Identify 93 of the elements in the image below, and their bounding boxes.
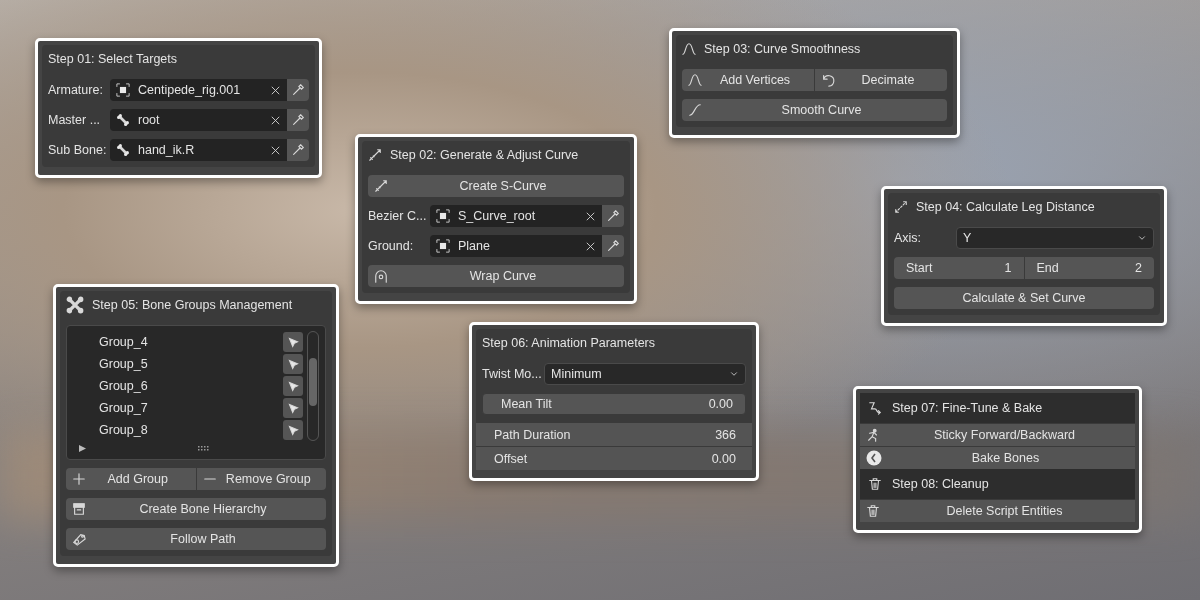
object-icon <box>436 239 450 253</box>
action-button[interactable]: Calculate & Set Curve <box>894 287 1154 309</box>
cursor-arrow-icon <box>286 379 300 393</box>
bell-curve-icon <box>688 73 702 87</box>
bone-icon <box>116 113 130 127</box>
action-button[interactable]: Remove Group <box>196 468 326 490</box>
eyedropper-icon <box>606 209 620 223</box>
cursor-arrow-icon <box>286 423 300 437</box>
bell-curve-icon <box>682 42 696 56</box>
number-field[interactable]: Mean Tilt 0.00 <box>482 393 746 415</box>
object-field[interactable]: root <box>110 109 287 131</box>
close-icon <box>270 144 281 156</box>
eyedropper-icon <box>291 143 305 157</box>
running-figure-icon <box>866 428 880 442</box>
close-icon <box>270 84 281 96</box>
eyedropper-icon <box>291 113 305 127</box>
eyedropper-button[interactable] <box>287 79 309 101</box>
action-button[interactable]: Sticky Forward/Backward <box>860 423 1135 446</box>
list-item[interactable]: Group_7 <box>99 401 283 415</box>
panel-title: Step 05: Bone Groups Management <box>92 298 293 312</box>
dropdown[interactable]: Y <box>956 227 1154 249</box>
undo-arrow-icon <box>821 73 835 87</box>
eyedropper-button[interactable] <box>602 205 624 227</box>
dropdown[interactable]: Minimum <box>544 363 746 385</box>
list-item[interactable]: Group_6 <box>99 379 283 393</box>
tag-icon <box>72 532 86 546</box>
select-button[interactable] <box>283 354 303 374</box>
panel-title: Step 02: Generate & Adjust Curve <box>390 148 579 162</box>
chevron-down-icon <box>1137 233 1147 243</box>
action-button[interactable]: Create Bone Hierarchy <box>66 498 326 520</box>
field-label: Sub Bone: <box>48 143 106 157</box>
field-label: Twist Mo... <box>482 367 540 381</box>
close-icon <box>270 114 281 126</box>
list-item[interactable]: Group_4 <box>99 335 283 349</box>
field-label: Armature: <box>48 83 104 97</box>
panel-title: Step 04: Calculate Leg Distance <box>916 200 1095 214</box>
route-arrow-icon <box>868 401 882 415</box>
close-icon <box>585 240 596 252</box>
list-item[interactable]: Group_8 <box>99 423 283 437</box>
panel-title: Step 06: Animation Parameters <box>482 336 655 350</box>
action-button[interactable]: Wrap Curve <box>368 265 624 287</box>
panel-title: Step 03: Curve Smoothness <box>704 42 861 56</box>
action-button[interactable]: Follow Path <box>66 528 326 550</box>
eyedropper-button[interactable] <box>287 109 309 131</box>
cursor-arrow-icon <box>286 335 300 349</box>
object-icon <box>436 209 450 223</box>
panel-title: Step 08: Cleanup <box>892 477 989 491</box>
cursor-arrow-icon <box>286 357 300 371</box>
eyedropper-icon <box>606 239 620 253</box>
trash-icon <box>866 504 880 518</box>
action-button[interactable]: Smooth Curve <box>682 99 947 121</box>
select-button[interactable] <box>283 420 303 440</box>
eyedropper-icon <box>291 83 305 97</box>
select-button[interactable] <box>283 376 303 396</box>
select-button[interactable] <box>283 398 303 418</box>
action-button[interactable]: Decimate <box>815 69 947 91</box>
eyedropper-button[interactable] <box>602 235 624 257</box>
select-button[interactable] <box>283 332 303 352</box>
panel-title: Step 07: Fine-Tune & Bake <box>892 401 1043 415</box>
s-curve-icon <box>688 103 702 117</box>
object-field[interactable]: hand_ik.R <box>110 139 287 161</box>
number-field[interactable]: End 2 <box>1024 257 1154 279</box>
close-icon <box>585 210 596 222</box>
action-button[interactable]: Add Group <box>66 468 196 490</box>
object-field[interactable]: Centipede_rig.001 <box>110 79 287 101</box>
crossed-bones-icon <box>66 296 84 314</box>
eyedropper-button[interactable] <box>287 139 309 161</box>
action-button[interactable]: Create S-Curve <box>368 175 624 197</box>
object-icon <box>116 83 130 97</box>
number-field[interactable]: Path Duration 366 <box>476 423 752 446</box>
field-label: Axis: <box>894 231 923 245</box>
number-field[interactable]: Offset 0.00 <box>476 447 752 470</box>
arch-icon <box>374 269 388 283</box>
resize-grip-icon[interactable] <box>198 445 210 451</box>
field-label: Master ... <box>48 113 102 127</box>
plus-icon <box>72 472 86 486</box>
trash-icon <box>868 477 882 491</box>
dotted-line-icon <box>894 200 908 214</box>
field-label: Ground: <box>368 239 415 253</box>
field-label: Bezier C... <box>368 209 426 223</box>
action-button[interactable]: Delete Script Entities <box>860 499 1135 522</box>
action-button[interactable]: Add Vertices <box>682 69 814 91</box>
chevron-down-icon <box>729 369 739 379</box>
action-button[interactable]: Bake Bones <box>860 446 1135 469</box>
archive-icon <box>72 502 86 516</box>
list-item[interactable]: Group_5 <box>99 357 283 371</box>
object-field[interactable]: Plane <box>430 235 602 257</box>
cursor-arrow-icon <box>286 401 300 415</box>
number-field[interactable]: Start 1 <box>894 257 1024 279</box>
expand-triangle-icon[interactable] <box>79 444 86 452</box>
bone-icon <box>116 143 130 157</box>
panel-title: Step 01: Select Targets <box>48 52 178 66</box>
object-field[interactable]: S_Curve_root <box>430 205 602 227</box>
